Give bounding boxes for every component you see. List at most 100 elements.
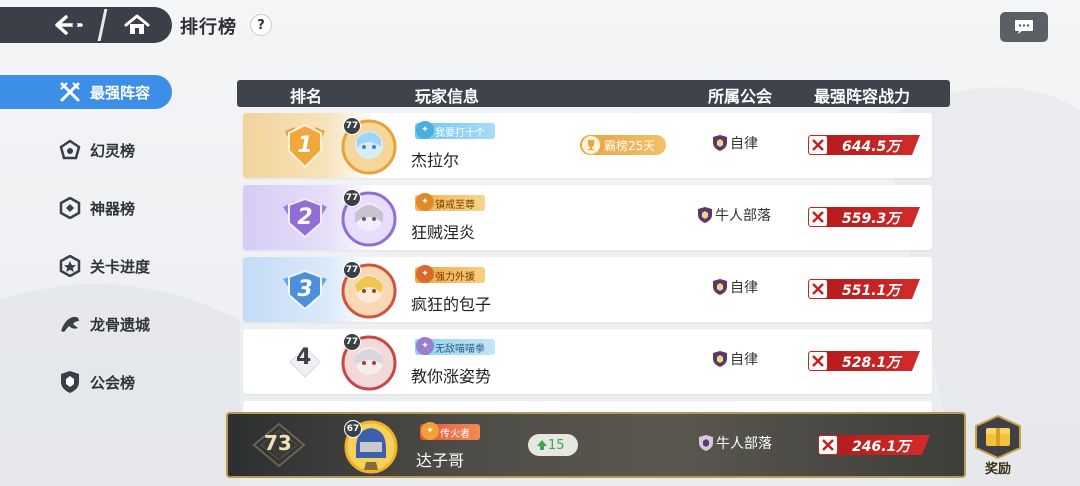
honor-badge: 霸榜25天 (580, 135, 666, 155)
back-arrow-icon (55, 15, 83, 35)
stage-star-icon (58, 254, 82, 278)
player-title-tag: ✦ 镇戒至尊 (415, 193, 485, 211)
rank-change-badge: 15 (528, 434, 578, 456)
guild-shield-icon (58, 370, 82, 394)
home-button[interactable] (112, 10, 162, 40)
rank-number: 3 (297, 277, 313, 302)
guild-name: 自律 (712, 133, 758, 153)
column-header-power: 最强阵容战力 (814, 87, 911, 106)
sidebar-item-artifact-rank[interactable]: 神器榜 (0, 191, 172, 225)
rank-number: 1 (297, 133, 313, 158)
my-power-value: 246.1万 (816, 433, 940, 457)
power-text: 559.3万 (842, 211, 901, 227)
guild-emblem-icon (699, 435, 713, 451)
power-value: 551.1万 (806, 277, 930, 301)
player-title-tag: ✦ 无敌喵喵拳 (415, 337, 495, 355)
guild-label: 自律 (730, 136, 758, 152)
guild-name: 自律 (712, 349, 758, 369)
title-badge-icon: ✦ (416, 265, 434, 283)
guild-emblem-icon (713, 279, 727, 295)
back-button[interactable] (44, 10, 94, 40)
player-level-badge: 77 (343, 189, 361, 207)
power-value: 559.3万 (806, 205, 930, 229)
rank-change-value: 15 (548, 437, 565, 453)
page-title: 排行榜 (180, 17, 237, 38)
chat-bubble-icon (1015, 20, 1033, 34)
column-header-rank: 排名 (290, 87, 323, 106)
reward-label: 奖励 (984, 462, 1011, 477)
power-text: 528.1万 (842, 355, 901, 371)
honor-text: 霸榜25天 (604, 138, 656, 153)
power-swords-icon (808, 351, 828, 371)
power-swords-icon (818, 435, 838, 455)
player-level-badge: 77 (343, 333, 361, 351)
sidebar-item-strongest-lineup[interactable]: 最强阵容 (0, 75, 172, 109)
title-badge-icon: ✦ (416, 193, 434, 211)
trophy-icon (582, 136, 600, 154)
player-title-text: 镇戒至尊 (435, 199, 475, 211)
guild-emblem-icon (713, 135, 727, 151)
title-badge-icon: ✦ (416, 337, 434, 355)
guild-name: 牛人部落 (697, 205, 771, 225)
power-value: 528.1万 (806, 349, 930, 373)
player-name: 杰拉尔 (411, 151, 460, 170)
guild-label: 牛人部落 (715, 208, 771, 224)
table-row[interactable]: 1 77 ✦ 我要打十个 杰拉尔 霸榜25天 自律 644.5万 (243, 113, 932, 178)
guild-label: 自律 (730, 352, 758, 368)
player-title-text: 无敌喵喵拳 (435, 343, 485, 355)
player-level-badge: 77 (343, 117, 361, 135)
rank-number: 4 (296, 345, 312, 370)
chat-button[interactable] (1000, 12, 1048, 42)
guild-emblem-icon (698, 207, 712, 223)
player-name: 教你涨姿势 (411, 367, 492, 386)
player-name: 狂贼涅炎 (411, 223, 476, 242)
sidebar-item-guild-rank[interactable]: 公会榜 (0, 365, 172, 399)
power-text: 246.1万 (852, 439, 911, 455)
sidebar-item-spirit-rank[interactable]: 幻灵榜 (0, 133, 172, 167)
power-swords-icon (808, 279, 828, 299)
guild-label: 牛人部落 (716, 436, 772, 452)
sidebar-item-label: 龙骨遗城 (90, 315, 151, 334)
reward-chest-icon (975, 414, 1021, 460)
crossed-swords-icon (58, 80, 82, 104)
title-badge-icon: ✦ (416, 121, 434, 139)
power-value: 644.5万 (806, 133, 930, 157)
player-title-tag: ✦ 强力外援 (415, 265, 485, 283)
power-swords-icon (808, 207, 828, 227)
table-header: 排名 玩家信息 所属公会 最强阵容战力 (237, 80, 950, 107)
power-text: 644.5万 (842, 139, 901, 155)
power-swords-icon (808, 135, 828, 155)
artifact-icon (58, 196, 82, 220)
player-title-text: 强力外援 (435, 271, 475, 283)
table-row[interactable]: 2 77 ✦ 镇戒至尊 狂贼涅炎 牛人部落 559.3万 (243, 185, 932, 250)
player-level-badge: 77 (343, 261, 361, 279)
sidebar-item-label: 公会榜 (90, 373, 136, 392)
home-icon (124, 14, 150, 34)
sidebar-item-dragon-city[interactable]: 龙骨遗城 (0, 307, 172, 341)
reward-button[interactable]: 奖励 (972, 414, 1024, 477)
dragon-icon (58, 312, 82, 336)
column-header-player-info: 玩家信息 (415, 87, 480, 106)
column-header-guild: 所属公会 (708, 87, 773, 106)
up-arrow-icon (537, 440, 547, 450)
my-player-name: 达子哥 (416, 451, 465, 470)
my-title-tag: ✦ 传火者 (420, 422, 480, 440)
guild-name: 自律 (712, 277, 758, 297)
guild-label: 自律 (730, 280, 758, 296)
my-title-text: 传火者 (440, 428, 470, 440)
table-row[interactable]: 3 77 ✦ 强力外援 疯狂的包子 自律 551.1万 (243, 257, 932, 322)
sidebar-item-label: 关卡进度 (90, 257, 151, 276)
rank-number: 2 (297, 205, 313, 230)
guild-emblem-icon (713, 351, 727, 367)
table-row[interactable]: 4 77 ✦ 无敌喵喵拳 教你涨姿势 自律 528.1万 (243, 329, 932, 394)
sidebar-item-label: 最强阵容 (90, 83, 151, 102)
help-button[interactable]: ? (250, 14, 272, 36)
sidebar-item-stage-progress[interactable]: 关卡进度 (0, 249, 172, 283)
power-text: 551.1万 (842, 283, 901, 299)
title-badge-icon: ✦ (421, 422, 439, 440)
sidebar-item-label: 神器榜 (90, 199, 136, 218)
player-title-tag: ✦ 我要打十个 (415, 121, 495, 139)
my-level-badge: 67 (344, 420, 362, 438)
my-guild-name: 牛人部落 (698, 433, 772, 453)
player-title-text: 我要打十个 (435, 127, 485, 139)
